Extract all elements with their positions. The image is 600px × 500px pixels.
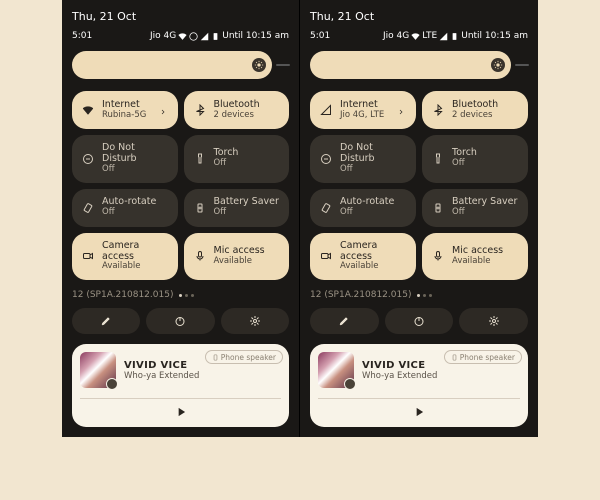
build-text: 12 (SP1A.210812.015): [310, 290, 411, 300]
volte-status-icon: [189, 32, 198, 41]
power-icon: [174, 315, 186, 327]
date: Thu, 21 Oct: [310, 10, 528, 23]
clock: 5:01: [310, 31, 330, 41]
page-indicator: [417, 294, 432, 297]
internet-tile[interactable]: InternetJio 4G, LTE: [310, 91, 416, 129]
brightness-slider[interactable]: [310, 51, 511, 79]
footer-buttons: [72, 308, 289, 334]
brightness-icon: [254, 60, 264, 70]
media-progress[interactable]: [318, 398, 520, 399]
settings-button[interactable]: [221, 308, 289, 334]
media-card[interactable]: Phone speaker VIVID VICE Who-ya Extended: [72, 344, 289, 427]
media-output-chip[interactable]: Phone speaker: [444, 350, 522, 364]
battery-saver-tile[interactable]: Battery SaverOff: [422, 189, 528, 227]
autorotate-icon: [319, 202, 333, 214]
signal-status-icon: [439, 32, 448, 41]
chevron-right-icon: [159, 101, 169, 120]
wifi-status-icon: [411, 32, 420, 41]
build-row: 12 (SP1A.210812.015): [310, 290, 528, 300]
album-art: [80, 352, 116, 388]
autorotate-tile[interactable]: Auto-rotateOff: [310, 189, 416, 227]
dnd-icon: [319, 153, 333, 165]
gear-icon: [249, 315, 261, 327]
build-text: 12 (SP1A.210812.015): [72, 290, 173, 300]
autorotate-icon: [81, 202, 95, 214]
media-output-chip[interactable]: Phone speaker: [205, 350, 283, 364]
brightness-icon: [493, 60, 503, 70]
torch-tile[interactable]: TorchOff: [422, 135, 528, 183]
mic-access-tile[interactable]: Mic accessAvailable: [184, 233, 290, 281]
status-bar: 5:01 Jio 4G Until 10:15 am: [72, 31, 289, 41]
camera-icon: [319, 250, 333, 262]
signal-icon: [319, 104, 333, 116]
brightness-knob[interactable]: [491, 58, 505, 72]
brightness-track: [276, 64, 290, 66]
camera-access-tile[interactable]: Camera accessAvailable: [310, 233, 416, 281]
mic-icon: [193, 250, 207, 262]
page-indicator: [179, 294, 194, 297]
bluetooth-icon: [193, 104, 207, 116]
play-icon: [412, 405, 426, 419]
dnd-icon: [81, 153, 95, 165]
chevron-right-icon: [397, 101, 407, 120]
battery-saver-icon: [193, 202, 207, 214]
dnd-tile[interactable]: Do Not DisturbOff: [72, 135, 178, 183]
status-bar: 5:01 Jio 4G LTE Until 10:15 am: [310, 31, 528, 41]
status-right: Jio 4G Until 10:15 am: [150, 31, 289, 41]
battery-saver-icon: [431, 202, 445, 214]
mic-icon: [431, 250, 445, 262]
bluetooth-tile[interactable]: Bluetooth2 devices: [422, 91, 528, 129]
qs-tiles: InternetJio 4G, LTE Bluetooth2 devices D…: [310, 91, 528, 280]
play-icon: [174, 405, 188, 419]
camera-icon: [81, 250, 95, 262]
gear-icon: [488, 315, 500, 327]
media-artist: Who-ya Extended: [362, 371, 520, 381]
status-right: Jio 4G LTE Until 10:15 am: [383, 31, 528, 41]
brightness-track: [515, 64, 529, 66]
settings-button[interactable]: [459, 308, 528, 334]
signal-status-icon: [200, 32, 209, 41]
torch-icon: [431, 153, 445, 165]
phone-speaker-icon: [451, 354, 458, 361]
brightness-slider[interactable]: [72, 51, 272, 79]
power-icon: [413, 315, 425, 327]
media-artist: Who-ya Extended: [124, 371, 281, 381]
album-art: [318, 352, 354, 388]
qs-panel-left: Thu, 21 Oct 5:01 Jio 4G Until 10:15 am I…: [62, 0, 300, 437]
pencil-icon: [100, 315, 112, 327]
camera-access-tile[interactable]: Camera accessAvailable: [72, 233, 178, 281]
torch-icon: [193, 153, 207, 165]
wifi-icon: [81, 104, 95, 116]
media-play-button[interactable]: [80, 405, 281, 419]
internet-tile[interactable]: InternetRubina-5G: [72, 91, 178, 129]
torch-tile[interactable]: TorchOff: [184, 135, 290, 183]
date: Thu, 21 Oct: [72, 10, 289, 23]
build-row: 12 (SP1A.210812.015): [72, 290, 289, 300]
qs-tiles: InternetRubina-5G Bluetooth2 devices Do …: [72, 91, 289, 280]
power-button[interactable]: [146, 308, 214, 334]
mic-access-tile[interactable]: Mic accessAvailable: [422, 233, 528, 281]
wifi-status-icon: [178, 32, 187, 41]
power-button[interactable]: [385, 308, 454, 334]
media-card[interactable]: Phone speaker VIVID VICE Who-ya Extended: [310, 344, 528, 427]
phone-speaker-icon: [212, 354, 219, 361]
media-play-button[interactable]: [318, 405, 520, 419]
battery-saver-tile[interactable]: Battery SaverOff: [184, 189, 290, 227]
edit-button[interactable]: [310, 308, 379, 334]
dnd-tile[interactable]: Do Not DisturbOff: [310, 135, 416, 183]
brightness-knob[interactable]: [252, 58, 266, 72]
battery-status-icon: [211, 32, 220, 41]
pencil-icon: [338, 315, 350, 327]
edit-button[interactable]: [72, 308, 140, 334]
battery-status-icon: [450, 32, 459, 41]
bluetooth-icon: [431, 104, 445, 116]
footer-buttons: [310, 308, 528, 334]
qs-panel-right: Thu, 21 Oct 5:01 Jio 4G LTE Until 10:15 …: [300, 0, 538, 437]
bluetooth-tile[interactable]: Bluetooth2 devices: [184, 91, 290, 129]
autorotate-tile[interactable]: Auto-rotateOff: [72, 189, 178, 227]
clock: 5:01: [72, 31, 92, 41]
media-progress[interactable]: [80, 398, 281, 399]
